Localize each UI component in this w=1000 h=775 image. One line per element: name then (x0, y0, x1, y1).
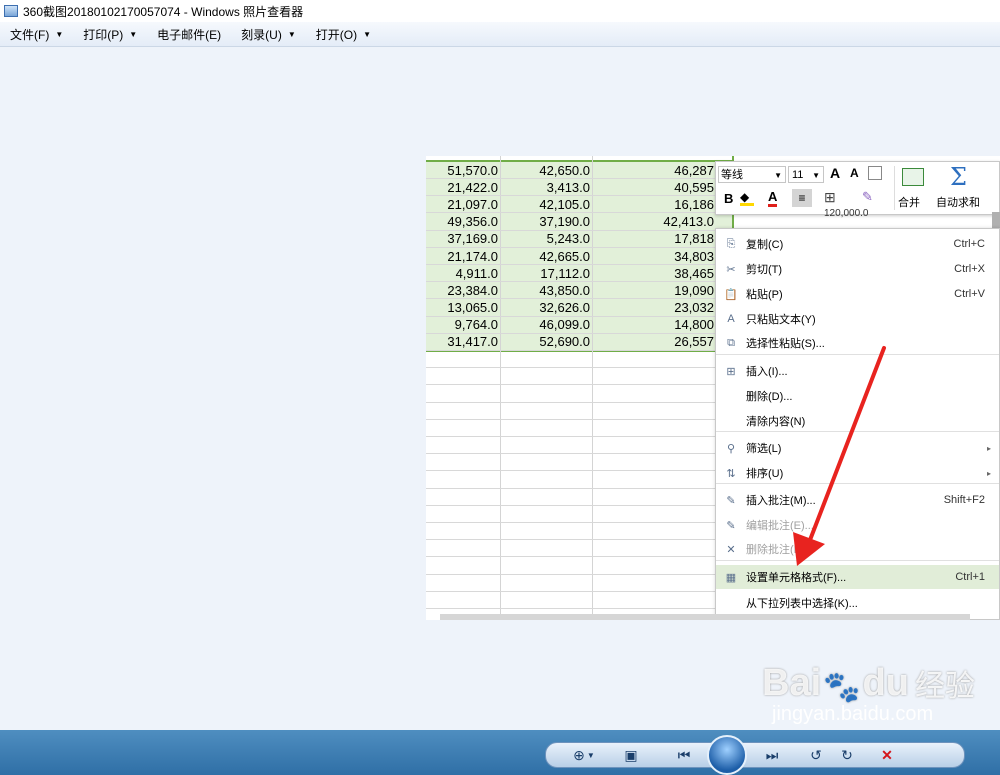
watermark-brand: Bai (762, 662, 822, 704)
rotate-right-button[interactable]: ↻ (836, 743, 858, 767)
zoom-button[interactable]: ⊕ ▼ (566, 743, 602, 767)
watermark-brand2: du (862, 662, 909, 704)
magnifier-icon: ⊕ (573, 746, 585, 763)
watermark-url: jingyan.baidu.com (772, 703, 934, 725)
baidu-watermark: Bai 🐾 du 经验 jingyan.baidu.com (762, 661, 975, 726)
paw-icon: 🐾 (823, 671, 861, 704)
actual-size-button[interactable]: ▣ (618, 743, 644, 767)
next-icon: ⏭ (765, 746, 779, 763)
rotate-ccw-icon: ↺ (810, 746, 822, 763)
slideshow-button[interactable] (707, 735, 747, 775)
watermark-cn: 经验 (914, 670, 975, 703)
annotation-overlay (793, 346, 886, 566)
delete-button[interactable]: ✕ (876, 743, 898, 767)
previous-button[interactable]: ⏮ (664, 743, 704, 767)
previous-icon: ⏮ (677, 746, 691, 763)
viewer-control-bar: ⊕ ▼ ▣ ⏮ ⏭ ↺ ↻ ✕ (0, 730, 1000, 775)
delete-x-icon: ✕ (881, 746, 893, 763)
fit-window-icon: ▣ (624, 746, 638, 763)
next-button[interactable]: ⏭ (752, 743, 792, 767)
rotate-cw-icon: ↻ (841, 746, 853, 763)
rotate-left-button[interactable]: ↺ (805, 743, 827, 767)
red-arrow-shaft (808, 346, 886, 542)
